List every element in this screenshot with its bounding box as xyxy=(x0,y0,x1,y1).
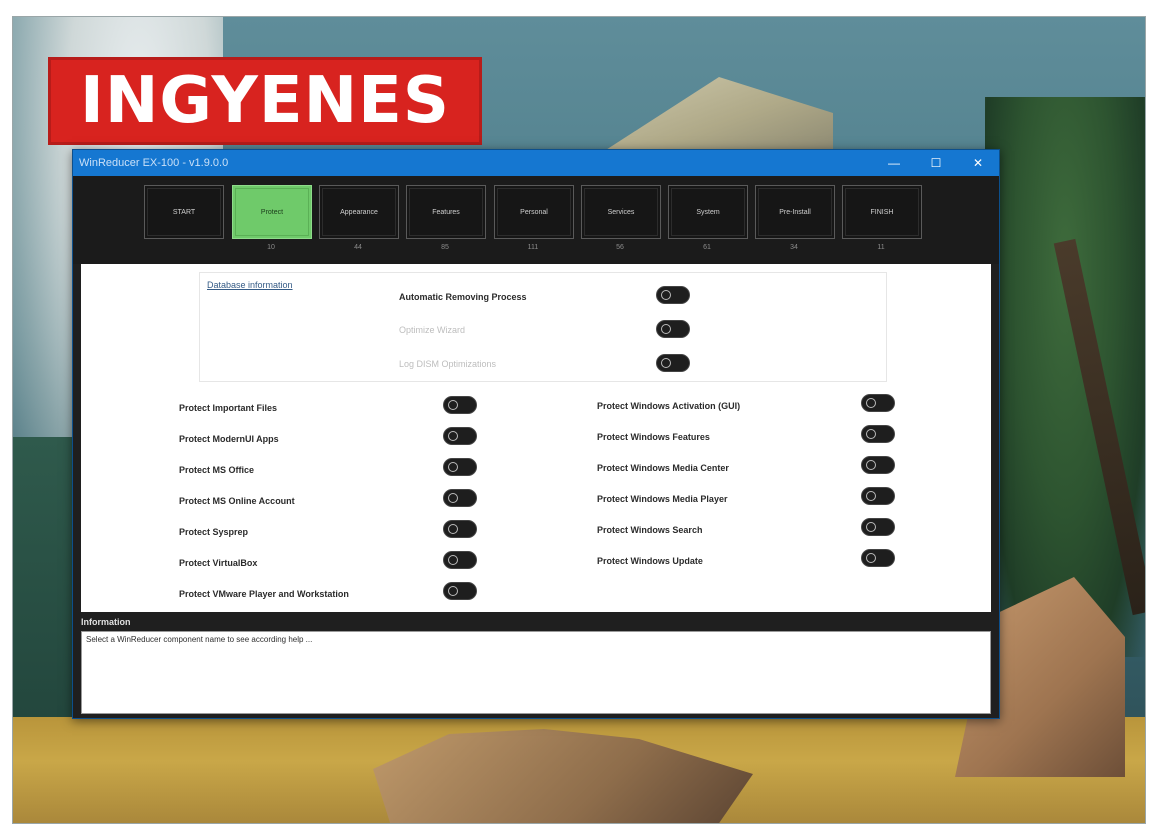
protect-windows-activation-toggle[interactable] xyxy=(861,394,895,412)
window-controls: — ☐ ✕ xyxy=(873,150,999,176)
tab-start[interactable]: START xyxy=(144,185,224,239)
tab-count-pre-install: 34 xyxy=(790,244,798,251)
automatic-removing-label: Automatic Removing Process xyxy=(399,292,527,302)
close-button[interactable]: ✕ xyxy=(957,150,999,176)
tab-count-protect: 10 xyxy=(267,244,275,251)
log-dism-label: Log DISM Optimizations xyxy=(399,359,497,369)
headline-banner: INGYENES xyxy=(48,57,482,145)
window-title: WinReducer EX-100 - v1.9.0.0 xyxy=(79,157,229,169)
tab-count-features: 85 xyxy=(441,244,449,251)
tab-label: Appearance xyxy=(340,208,378,216)
optimize-wizard-toggle[interactable] xyxy=(656,320,690,338)
tab-services[interactable]: Services xyxy=(581,185,661,239)
automatic-removing-toggle[interactable] xyxy=(656,286,690,304)
tab-protect[interactable]: Protect xyxy=(232,185,312,239)
maximize-button[interactable]: ☐ xyxy=(915,150,957,176)
information-heading: Information xyxy=(81,617,131,627)
protect-windows-features-toggle[interactable] xyxy=(861,425,895,443)
protect-important-files-toggle[interactable] xyxy=(443,396,477,414)
protect-important-files-label: Protect Important Files xyxy=(179,403,278,413)
protect-windows-activation-label: Protect Windows Activation (GUI) xyxy=(597,401,741,411)
protect-windows-update-toggle[interactable] xyxy=(861,549,895,567)
tab-label: Protect xyxy=(260,208,284,216)
title-bar[interactable]: WinReducer EX-100 - v1.9.0.0 — ☐ ✕ xyxy=(73,150,999,176)
tab-count-system: 61 xyxy=(703,244,711,251)
protect-windows-search-label: Protect Windows Search xyxy=(597,525,703,535)
protect-modernui-apps-toggle[interactable] xyxy=(443,427,477,445)
protect-ms-office-label: Protect MS Office xyxy=(179,465,255,475)
tab-count-finish: 11 xyxy=(877,244,885,251)
tab-count-appearance: 44 xyxy=(354,244,362,251)
protect-windows-media-player-label: Protect Windows Media Player xyxy=(597,494,728,504)
protect-ms-office-toggle[interactable] xyxy=(443,458,477,476)
tab-label: Services xyxy=(607,208,635,216)
tab-count-services: 56 xyxy=(616,244,624,251)
protect-windows-features-label: Protect Windows Features xyxy=(597,432,710,442)
protect-vmware-toggle[interactable] xyxy=(443,582,477,600)
tab-label: START xyxy=(172,208,196,216)
tab-label: Pre-Install xyxy=(779,208,811,216)
tab-system[interactable]: System xyxy=(668,185,748,239)
log-dism-toggle[interactable] xyxy=(656,354,690,372)
protect-virtualbox-toggle[interactable] xyxy=(443,551,477,569)
database-groupbox xyxy=(199,272,887,382)
protect-sysprep-label: Protect Sysprep xyxy=(179,527,249,537)
tab-pre-install[interactable]: Pre-Install xyxy=(755,185,835,239)
tab-label: FINISH xyxy=(870,208,894,216)
database-information-link[interactable]: Database information xyxy=(207,280,293,290)
protect-windows-media-center-label: Protect Windows Media Center xyxy=(597,463,729,473)
tab-label: Features xyxy=(432,208,460,216)
protect-windows-media-center-toggle[interactable] xyxy=(861,456,895,474)
tab-personal[interactable]: Personal xyxy=(494,185,574,239)
tab-appearance[interactable]: Appearance xyxy=(319,185,399,239)
protect-virtualbox-label: Protect VirtualBox xyxy=(179,558,258,568)
information-text: Select a WinReducer component name to se… xyxy=(86,635,313,644)
tab-label: Personal xyxy=(520,208,548,216)
information-box: Select a WinReducer component name to se… xyxy=(81,631,991,714)
app-window: WinReducer EX-100 - v1.9.0.0 — ☐ ✕ START… xyxy=(72,149,1000,719)
protect-windows-search-toggle[interactable] xyxy=(861,518,895,536)
tab-finish[interactable]: FINISH xyxy=(842,185,922,239)
protect-ms-online-account-toggle[interactable] xyxy=(443,489,477,507)
optimize-wizard-label: Optimize Wizard xyxy=(399,325,466,335)
protect-vmware-label: Protect VMware Player and Workstation xyxy=(179,589,349,599)
protect-sysprep-toggle[interactable] xyxy=(443,520,477,538)
protect-windows-media-player-toggle[interactable] xyxy=(861,487,895,505)
protect-windows-update-label: Protect Windows Update xyxy=(597,556,703,566)
pine-tree xyxy=(985,97,1145,657)
headline-text: INGYENES xyxy=(80,64,450,138)
tab-features[interactable]: Features xyxy=(406,185,486,239)
protect-modernui-apps-label: Protect ModernUI Apps xyxy=(179,434,279,444)
tab-count-personal: 111 xyxy=(527,244,539,251)
protect-panel: Database information Automatic Removing … xyxy=(81,264,991,612)
tab-bar: START Protect Appearance Features Person… xyxy=(73,176,999,264)
protect-ms-online-account-label: Protect MS Online Account xyxy=(179,496,295,506)
tab-label: System xyxy=(696,208,720,216)
minimize-button[interactable]: — xyxy=(873,150,915,176)
